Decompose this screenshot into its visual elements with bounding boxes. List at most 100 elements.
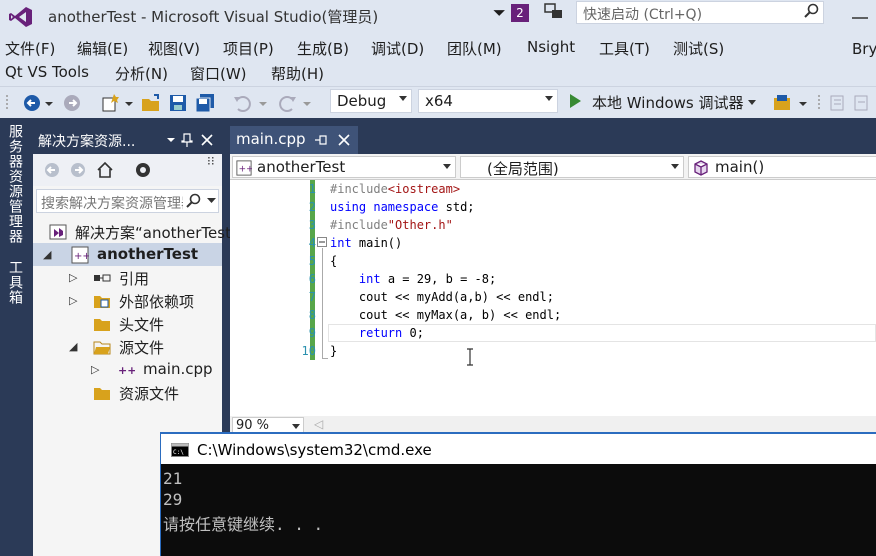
toolbar-overflow-icon[interactable]: ⁝⁝ bbox=[207, 154, 215, 168]
code-line[interactable]: } bbox=[330, 344, 337, 358]
undo-dropdown-icon[interactable] bbox=[258, 93, 268, 113]
forward-icon[interactable] bbox=[69, 161, 87, 179]
console-window[interactable]: C:\ C:\Windows\system32\cmd.exe 21 29 请按… bbox=[160, 432, 876, 556]
tree-item-solution[interactable]: 解决方案“anotherTest” bbox=[33, 220, 239, 243]
code-token: return bbox=[358, 326, 403, 340]
menu-debug[interactable]: 调试(D) bbox=[371, 38, 424, 59]
menu-nsight[interactable]: Nsight bbox=[527, 38, 575, 56]
code-editor: main.cpp ++ anotherTest (全局范围) main() 1 #… bbox=[230, 126, 876, 434]
code-line[interactable]: { bbox=[330, 254, 337, 268]
line-number: 2 bbox=[308, 200, 316, 214]
tree-item-external-deps[interactable]: ▷ 外部依赖项 bbox=[33, 289, 222, 312]
menu-help[interactable]: 帮助(H) bbox=[271, 63, 324, 84]
code-line[interactable]: cout << myMax(a, b) << endl; bbox=[330, 308, 561, 322]
line-number: 10 bbox=[301, 344, 316, 358]
menu-test[interactable]: 测试(S) bbox=[673, 38, 724, 59]
chevron-down-icon bbox=[399, 96, 407, 101]
find-in-files-icon[interactable] bbox=[772, 93, 794, 113]
code-area[interactable]: 1 #include<iostream> 2 using namespace std;… bbox=[230, 180, 876, 418]
tree-item-references[interactable]: ▷ 引用 bbox=[33, 266, 222, 289]
tab-main-cpp[interactable]: main.cpp bbox=[230, 126, 358, 154]
back-dropdown-icon[interactable] bbox=[44, 93, 54, 113]
pin-icon[interactable] bbox=[181, 132, 193, 148]
menu-build[interactable]: 生成(B) bbox=[297, 38, 349, 59]
code-token: { bbox=[330, 254, 338, 268]
tree-item-source-files[interactable]: ◢ 源文件 bbox=[33, 335, 222, 358]
expand-arrow-icon[interactable]: ▷ bbox=[91, 363, 101, 376]
uncomment-icon[interactable] bbox=[852, 93, 872, 113]
project-dropdown[interactable]: ++ anotherTest bbox=[232, 156, 456, 178]
left-tool-strip: 服务器资源管理器 工具箱 bbox=[0, 118, 31, 556]
server-explorer-tab[interactable]: 服务器资源管理器 bbox=[5, 124, 25, 244]
code-line[interactable]: cout << myAdd(a,b) << endl; bbox=[330, 290, 554, 304]
filter-icon[interactable]: ⏷ bbox=[493, 3, 506, 23]
close-icon[interactable] bbox=[338, 134, 350, 146]
tree-item-resource-files[interactable]: 资源文件 bbox=[33, 381, 222, 404]
solution-platform-select[interactable]: x64 bbox=[418, 89, 558, 113]
redo-dropdown-icon[interactable] bbox=[302, 93, 312, 113]
solution-search-input[interactable]: 搜索解决方案资源管理器 bbox=[36, 189, 219, 213]
window-title: anotherTest - Microsoft Visual Studio(管理… bbox=[48, 8, 379, 26]
collapse-arrow-icon[interactable]: ◢ bbox=[69, 340, 79, 353]
code-line[interactable]: #include"Other.h" bbox=[330, 218, 453, 232]
method-cube-icon bbox=[694, 160, 708, 176]
menu-view[interactable]: 视图(V) bbox=[148, 38, 200, 59]
code-line[interactable]: int main() bbox=[330, 236, 402, 250]
line-number: 6 bbox=[308, 272, 316, 286]
scope-dropdown[interactable]: (全局范围) bbox=[460, 156, 684, 178]
new-project-icon[interactable] bbox=[100, 93, 122, 113]
feedback-icon[interactable] bbox=[543, 2, 565, 22]
solution-config-select[interactable]: Debug bbox=[330, 89, 412, 113]
external-deps-icon bbox=[94, 296, 110, 308]
start-debugging-button[interactable]: 本地 Windows 调试器 bbox=[566, 91, 762, 113]
user-name[interactable]: Bry bbox=[852, 40, 876, 58]
save-icon[interactable] bbox=[168, 93, 188, 113]
comment-icon[interactable] bbox=[828, 93, 848, 113]
tree-item-project[interactable]: ◢ ++ anotherTest bbox=[33, 243, 222, 266]
menu-tools[interactable]: 工具(T) bbox=[599, 38, 650, 59]
back-icon[interactable] bbox=[22, 93, 42, 113]
menu-edit[interactable]: 编辑(E) bbox=[77, 38, 128, 59]
redo-icon[interactable] bbox=[276, 93, 298, 113]
notification-badge[interactable]: 2 bbox=[511, 4, 529, 22]
tree-item-header-files[interactable]: 头文件 bbox=[33, 312, 222, 335]
home-icon[interactable] bbox=[95, 160, 115, 180]
cpp-file-icon: ++ bbox=[118, 364, 135, 377]
toolbox-tab[interactable]: 工具箱 bbox=[5, 260, 25, 305]
minimize-icon[interactable] bbox=[846, 6, 876, 26]
code-line[interactable]: return 0; bbox=[330, 326, 424, 340]
quick-launch-box[interactable]: 快速启动 (Ctrl+Q) bbox=[576, 1, 824, 24]
menu-qt-vs-tools[interactable]: Qt VS Tools bbox=[5, 63, 89, 81]
settings-icon[interactable] bbox=[133, 160, 153, 180]
undo-icon[interactable] bbox=[232, 93, 254, 113]
collapse-region-icon[interactable] bbox=[317, 237, 327, 247]
panel-menu-icon[interactable] bbox=[166, 135, 176, 145]
open-file-icon[interactable] bbox=[140, 93, 162, 113]
menu-team[interactable]: 团队(M) bbox=[447, 38, 502, 59]
cpp-project-icon: ++ bbox=[71, 246, 89, 264]
tree-item-main-cpp[interactable]: ▷ ++ main.cpp bbox=[33, 358, 222, 381]
pin-icon[interactable] bbox=[314, 134, 328, 146]
menu-project[interactable]: 项目(P) bbox=[223, 38, 274, 59]
zoom-value: 90 % bbox=[236, 418, 270, 433]
menu-window[interactable]: 窗口(W) bbox=[190, 63, 247, 84]
member-dropdown[interactable]: main() bbox=[688, 156, 876, 178]
code-line[interactable]: #include<iostream> bbox=[330, 182, 460, 196]
menu-analyze[interactable]: 分析(N) bbox=[115, 63, 168, 84]
chevron-down-icon[interactable] bbox=[207, 198, 216, 204]
save-all-icon[interactable] bbox=[194, 93, 216, 113]
menu-bar: 文件(F) 编辑(E) 视图(V) 项目(P) 生成(B) 调试(D) 团队(M… bbox=[0, 34, 876, 86]
collapse-arrow-icon[interactable]: ◢ bbox=[43, 248, 53, 261]
menu-file[interactable]: 文件(F) bbox=[5, 38, 55, 59]
code-line[interactable]: using namespace std; bbox=[330, 200, 475, 214]
expand-arrow-icon[interactable]: ▷ bbox=[69, 294, 79, 307]
forward-icon[interactable] bbox=[62, 93, 82, 113]
console-title-bar[interactable]: C:\ C:\Windows\system32\cmd.exe bbox=[161, 432, 876, 464]
new-dropdown-icon[interactable] bbox=[124, 93, 134, 113]
scroll-left-icon[interactable]: ◁ bbox=[314, 417, 323, 431]
expand-arrow-icon[interactable]: ▷ bbox=[69, 271, 79, 284]
toolbar-overflow-icon[interactable] bbox=[798, 93, 808, 113]
code-line[interactable]: int a = 29, b = -8; bbox=[330, 272, 496, 286]
close-icon[interactable] bbox=[201, 134, 213, 146]
back-icon[interactable] bbox=[43, 161, 61, 179]
